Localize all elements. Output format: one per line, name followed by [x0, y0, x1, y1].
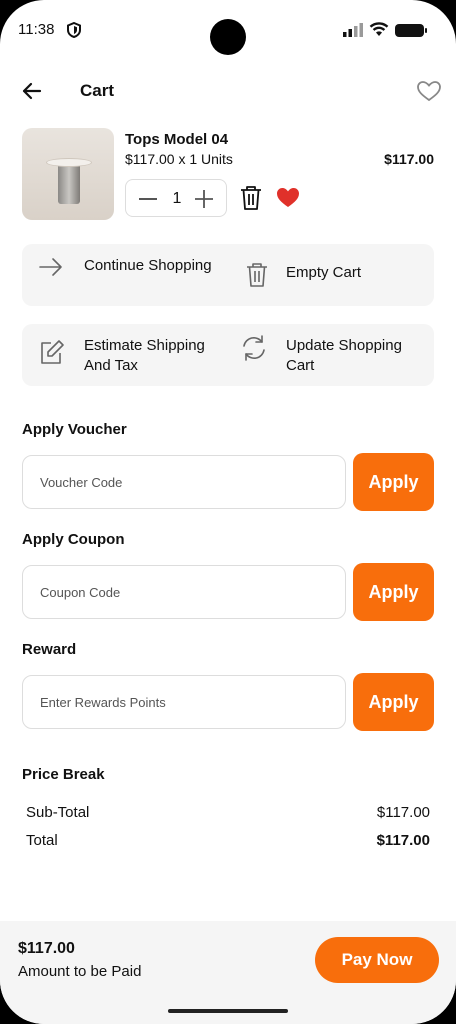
- coupon-title: Apply Coupon: [22, 531, 125, 548]
- estimate-shipping-label: Estimate Shipping And Tax: [84, 337, 205, 374]
- reward-points-input[interactable]: [22, 675, 346, 729]
- product-name: Tops Model 04: [125, 131, 229, 148]
- update-cart-button[interactable]: Update Shopping Cart: [228, 324, 434, 386]
- home-indicator[interactable]: [168, 1009, 288, 1013]
- phone-screen: 11:38 Cart Tops Model 04 $117.00 x 1 Uni…: [0, 0, 456, 1024]
- price-break-title: Price Break: [22, 766, 105, 783]
- subtotal-row: Sub-Total $117.00: [26, 804, 430, 821]
- reward-title: Reward: [22, 641, 77, 658]
- continue-shopping-label: Continue Shopping: [84, 257, 212, 274]
- update-cart-label: Update Shopping Cart: [286, 337, 402, 374]
- wifi-icon: [369, 22, 389, 36]
- product-image[interactable]: [22, 128, 114, 220]
- shield-icon: [67, 22, 81, 38]
- cart-item: Tops Model 04 $117.00 x 1 Units $117.00 …: [22, 128, 434, 223]
- continue-shopping-button[interactable]: Continue Shopping: [22, 244, 228, 306]
- voucher-title: Apply Voucher: [22, 421, 127, 438]
- trash-icon[interactable]: [239, 185, 263, 211]
- status-bar: 11:38: [0, 0, 456, 60]
- signal-icon: [343, 23, 363, 37]
- apply-reward-button[interactable]: Apply: [353, 673, 434, 731]
- page-title: Cart: [80, 81, 115, 100]
- total-row: Total $117.00: [26, 832, 430, 849]
- subtotal-label: Sub-Total: [26, 804, 90, 821]
- apply-coupon-button[interactable]: Apply: [353, 563, 434, 621]
- heart-outline-icon[interactable]: [416, 79, 442, 103]
- empty-cart-button[interactable]: Empty Cart: [228, 244, 434, 306]
- status-time: 11:38: [18, 21, 55, 38]
- heart-filled-icon[interactable]: [276, 186, 300, 208]
- cart-actions-row-2: Estimate Shipping And Tax Update Shoppin…: [22, 324, 434, 386]
- quantity-value: 1: [172, 190, 182, 207]
- checkout-bar: $117.00 Amount to be Paid Pay Now: [0, 921, 456, 1024]
- header: Cart: [0, 75, 456, 107]
- plus-icon[interactable]: [194, 189, 214, 209]
- amount-due: $117.00: [18, 940, 75, 957]
- quantity-stepper: 1: [125, 179, 227, 217]
- coupon-code-input[interactable]: [22, 565, 346, 619]
- refresh-icon: [243, 335, 265, 361]
- camera-cutout: [210, 19, 246, 55]
- pay-now-button[interactable]: Pay Now: [315, 937, 439, 983]
- minus-icon[interactable]: [139, 198, 157, 200]
- arrow-right-icon: [39, 258, 62, 276]
- amount-due-label: Amount to be Paid: [18, 963, 142, 980]
- subtotal-value: $117.00: [376, 804, 430, 821]
- estimate-shipping-button[interactable]: Estimate Shipping And Tax: [22, 324, 228, 386]
- battery-icon: [395, 24, 427, 37]
- trash-icon: [247, 263, 267, 287]
- cart-actions-row-1: Continue Shopping Empty Cart: [22, 244, 434, 306]
- empty-cart-label: Empty Cart: [286, 264, 362, 281]
- total-label: Total: [26, 832, 58, 849]
- edit-icon: [41, 340, 64, 364]
- total-value: $117.00: [376, 832, 430, 849]
- product-price: $117.00: [384, 151, 434, 167]
- apply-voucher-button[interactable]: Apply: [353, 453, 434, 511]
- voucher-code-input[interactable]: [22, 455, 346, 509]
- product-qty-line: $117.00 x 1 Units: [125, 151, 233, 167]
- back-arrow-icon[interactable]: [20, 79, 44, 103]
